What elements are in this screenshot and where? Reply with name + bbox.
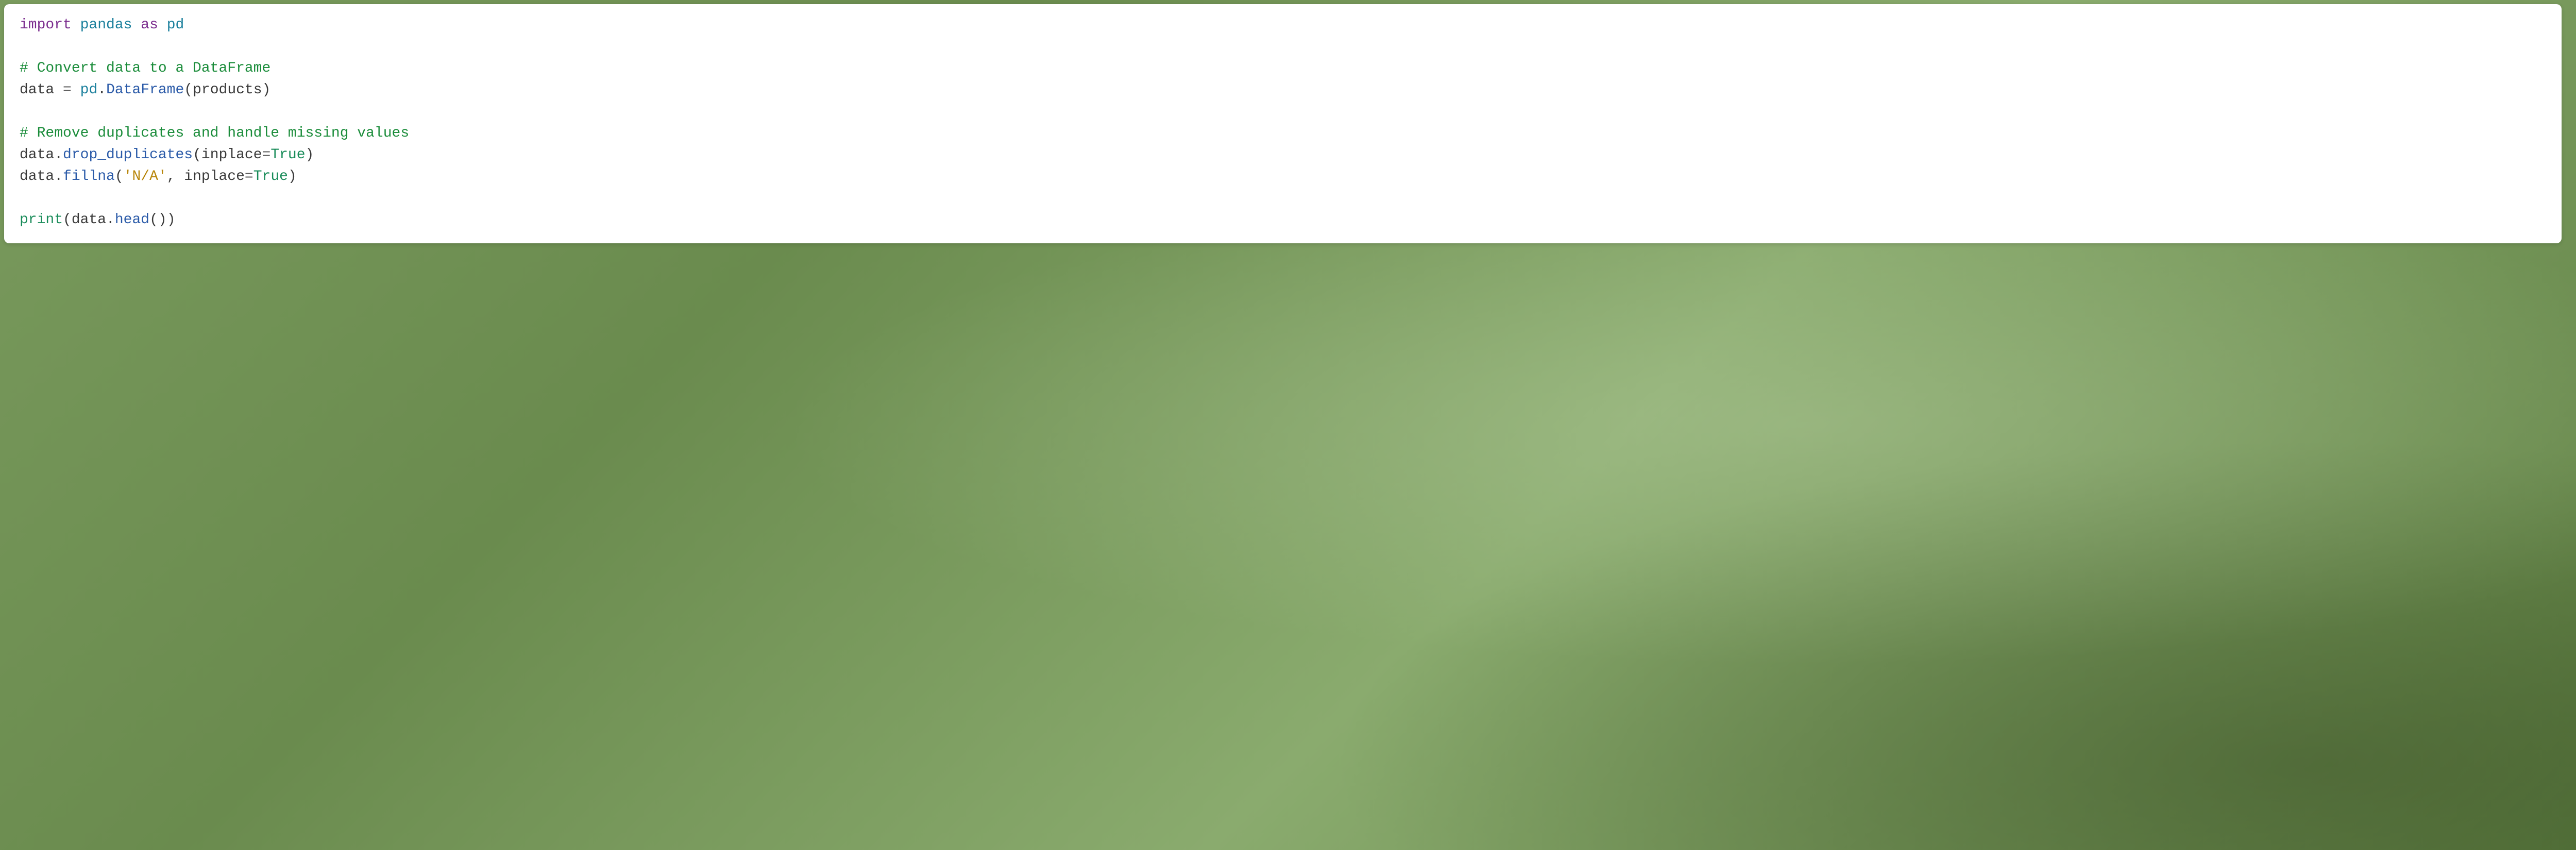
paren-open: ( <box>63 212 72 228</box>
keyword-as: as <box>141 17 158 33</box>
paren-close: ) <box>158 212 167 228</box>
module-pandas: pandas <box>80 17 132 33</box>
bool-true: True <box>270 147 305 163</box>
param-inplace: inplace <box>201 147 262 163</box>
alias-pd: pd <box>167 17 184 33</box>
code-line-6: # Remove duplicates and handle missing v… <box>20 123 2546 144</box>
comment-convert: # Convert data to a DataFrame <box>20 60 270 76</box>
code-line-blank <box>20 36 2546 58</box>
var-data: data <box>20 147 54 163</box>
method-fillna: fillna <box>63 169 115 185</box>
comma: , <box>167 169 184 185</box>
paren-close: ) <box>288 169 297 185</box>
code-block: import pandas as pd # Convert data to a … <box>4 4 2562 243</box>
var-data: data <box>20 82 54 98</box>
builtin-print: print <box>20 212 63 228</box>
op-eq: = <box>262 147 271 163</box>
paren-close: ) <box>262 82 271 98</box>
code-line-3: # Convert data to a DataFrame <box>20 58 2546 79</box>
code-line-1: import pandas as pd <box>20 14 2546 36</box>
paren-close: ) <box>306 147 314 163</box>
dot: . <box>106 212 115 228</box>
ref-pd: pd <box>80 82 98 98</box>
code-line-8: data.fillna('N/A', inplace=True) <box>20 166 2546 188</box>
dot: . <box>97 82 106 98</box>
keyword-import: import <box>20 17 72 33</box>
code-line-blank <box>20 101 2546 123</box>
paren-close: ) <box>167 212 176 228</box>
code-line-4: data = pd.DataFrame(products) <box>20 79 2546 101</box>
method-drop-duplicates: drop_duplicates <box>63 147 193 163</box>
code-line-7: data.drop_duplicates(inplace=True) <box>20 144 2546 166</box>
dot: . <box>54 169 63 185</box>
op-eq: = <box>245 169 253 185</box>
arg-products: products <box>193 82 262 98</box>
code-line-10: print(data.head()) <box>20 209 2546 231</box>
param-inplace: inplace <box>184 169 245 185</box>
paren-open: ( <box>115 169 124 185</box>
code-line-blank <box>20 188 2546 209</box>
method-head: head <box>115 212 149 228</box>
op-assign: = <box>54 82 80 98</box>
dot: . <box>54 147 63 163</box>
bool-true: True <box>253 169 288 185</box>
paren-open: ( <box>149 212 158 228</box>
var-data: data <box>20 169 54 185</box>
paren-open: ( <box>184 82 193 98</box>
comment-remove: # Remove duplicates and handle missing v… <box>20 125 409 141</box>
var-data: data <box>72 212 106 228</box>
string-na: 'N/A' <box>124 169 167 185</box>
paren-open: ( <box>193 147 201 163</box>
class-dataframe: DataFrame <box>106 82 184 98</box>
